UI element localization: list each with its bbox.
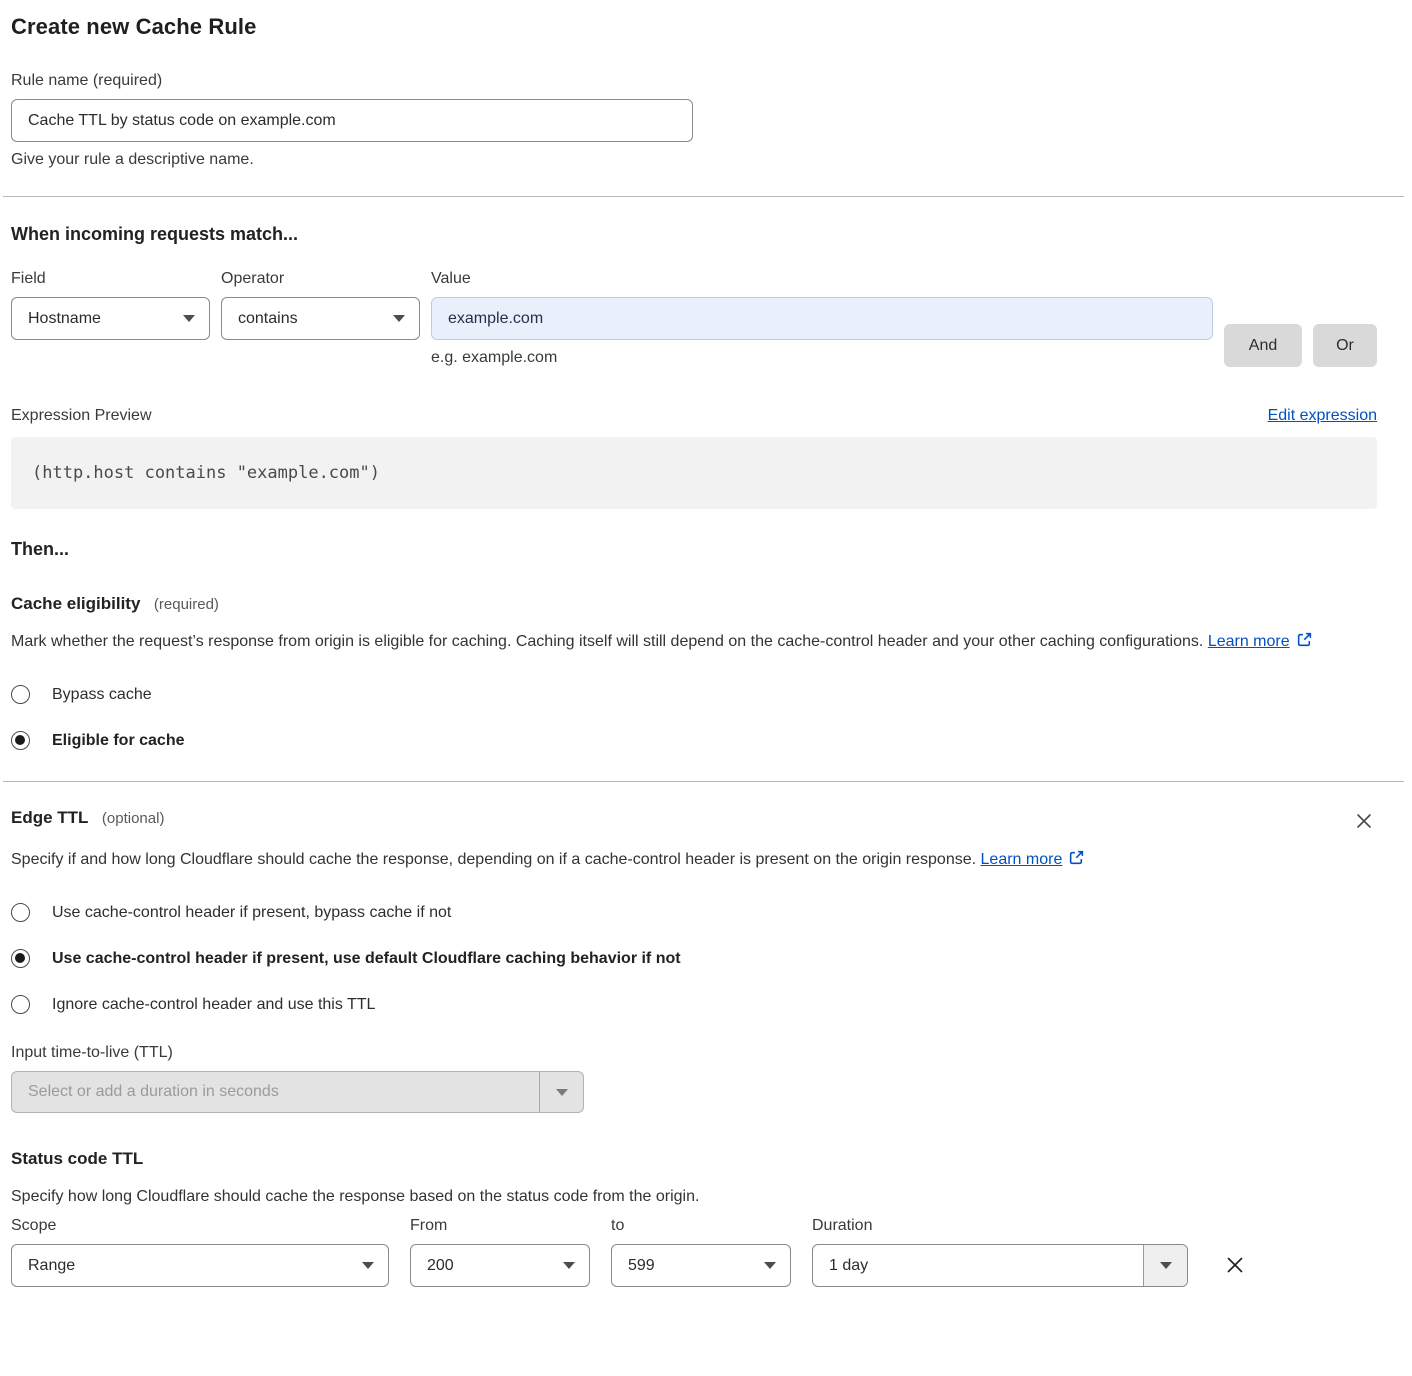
operator-select[interactable]: contains xyxy=(221,297,420,340)
radio-selected-icon[interactable] xyxy=(11,731,30,750)
value-help: e.g. example.com xyxy=(431,349,1213,367)
to-label: to xyxy=(611,1217,791,1235)
rule-name-label: Rule name (required) xyxy=(11,72,1377,90)
section-divider xyxy=(3,196,1404,197)
expression-preview-header: Expression Preview Edit expression xyxy=(11,407,1377,425)
radio-label: Ignore cache-control header and use this… xyxy=(52,996,375,1014)
radio-label: Use cache-control header if present, use… xyxy=(52,950,681,968)
chevron-down-icon xyxy=(393,315,405,322)
radio-label: Eligible for cache xyxy=(52,732,184,750)
to-select[interactable]: 599 xyxy=(611,1244,791,1287)
radio-cache-control-bypass[interactable]: Use cache-control header if present, byp… xyxy=(11,903,1377,922)
field-label: Field xyxy=(11,270,210,288)
duration-select[interactable]: 1 day xyxy=(812,1244,1188,1287)
radio-selected-icon[interactable] xyxy=(11,949,30,968)
chevron-down-icon xyxy=(1143,1245,1187,1286)
radio-ignore-cache-control[interactable]: Ignore cache-control header and use this… xyxy=(11,995,1377,1014)
required-tag: (required) xyxy=(154,596,219,613)
scope-select[interactable]: Range xyxy=(11,1244,389,1287)
page-title: Create new Cache Rule xyxy=(11,14,1377,40)
rule-name-input[interactable] xyxy=(11,99,693,142)
then-heading: Then... xyxy=(11,539,1377,560)
from-label: From xyxy=(410,1217,590,1235)
cache-eligibility-description-text: Mark whether the request’s response from… xyxy=(11,633,1203,650)
edge-ttl-header: Edge TTL (optional) xyxy=(11,808,1377,834)
field-select[interactable]: Hostname xyxy=(11,297,210,340)
optional-tag: (optional) xyxy=(102,810,165,827)
radio-icon[interactable] xyxy=(11,903,30,922)
match-condition-row: Field Hostname Operator contains Value e… xyxy=(11,270,1377,367)
ttl-duration-placeholder: Select or add a duration in seconds xyxy=(12,1072,539,1112)
scope-label: Scope xyxy=(11,1217,389,1235)
scope-select-value: Range xyxy=(28,1257,75,1275)
expression-preview-box: (http.host contains "example.com") xyxy=(11,437,1377,509)
cache-eligibility-header: Cache eligibility (required) xyxy=(11,594,1377,614)
to-select-value: 599 xyxy=(628,1257,655,1275)
chevron-down-icon xyxy=(563,1262,575,1269)
external-link-icon xyxy=(1068,848,1085,876)
status-code-ttl-row: Scope Range From 200 to 599 Duration 1 d… xyxy=(11,1217,1377,1287)
ttl-input-label: Input time-to-live (TTL) xyxy=(11,1044,1377,1062)
learn-more-link[interactable]: Learn more xyxy=(981,851,1063,868)
chevron-down-icon xyxy=(764,1262,776,1269)
rule-name-help: Give your rule a descriptive name. xyxy=(11,151,1377,169)
from-select-value: 200 xyxy=(427,1257,454,1275)
remove-row-icon[interactable] xyxy=(1221,1253,1247,1287)
duration-select-value: 1 day xyxy=(813,1245,1143,1286)
operator-select-value: contains xyxy=(238,310,298,328)
learn-more-link[interactable]: Learn more xyxy=(1208,633,1290,650)
status-code-ttl-heading: Status code TTL xyxy=(11,1149,1377,1169)
radio-label: Use cache-control header if present, byp… xyxy=(52,904,451,922)
ttl-duration-select[interactable]: Select or add a duration in seconds xyxy=(11,1071,584,1113)
chevron-down-icon xyxy=(183,315,195,322)
edge-ttl-description-text: Specify if and how long Cloudflare shoul… xyxy=(11,851,976,868)
value-label: Value xyxy=(431,270,1213,288)
radio-icon[interactable] xyxy=(11,685,30,704)
or-button[interactable]: Or xyxy=(1313,324,1377,367)
cache-eligibility-heading: Cache eligibility xyxy=(11,594,140,614)
field-select-value: Hostname xyxy=(28,310,101,328)
value-input[interactable] xyxy=(431,297,1213,340)
edit-expression-link[interactable]: Edit expression xyxy=(1268,407,1377,425)
section-divider xyxy=(3,781,1404,782)
match-heading: When incoming requests match... xyxy=(11,224,1377,245)
expression-code: (http.host contains "example.com") xyxy=(32,463,380,483)
expression-preview-label: Expression Preview xyxy=(11,407,152,425)
chevron-down-icon xyxy=(539,1072,583,1112)
radio-eligible-for-cache[interactable]: Eligible for cache xyxy=(11,731,1377,750)
cache-eligibility-description: Mark whether the request’s response from… xyxy=(11,628,1377,658)
radio-icon[interactable] xyxy=(11,995,30,1014)
from-select[interactable]: 200 xyxy=(410,1244,590,1287)
create-cache-rule-form: Create new Cache Rule Rule name (require… xyxy=(0,0,1412,1317)
external-link-icon xyxy=(1296,630,1313,658)
operator-label: Operator xyxy=(221,270,420,288)
and-button[interactable]: And xyxy=(1224,324,1302,367)
close-icon[interactable] xyxy=(1351,808,1377,834)
edge-ttl-description: Specify if and how long Cloudflare shoul… xyxy=(11,846,1111,876)
radio-bypass-cache[interactable]: Bypass cache xyxy=(11,685,1377,704)
radio-cache-control-default[interactable]: Use cache-control header if present, use… xyxy=(11,949,1377,968)
edge-ttl-heading: Edge TTL xyxy=(11,808,88,828)
radio-label: Bypass cache xyxy=(52,686,152,704)
duration-label: Duration xyxy=(812,1217,1188,1235)
chevron-down-icon xyxy=(362,1262,374,1269)
status-code-ttl-description: Specify how long Cloudflare should cache… xyxy=(11,1183,1377,1211)
